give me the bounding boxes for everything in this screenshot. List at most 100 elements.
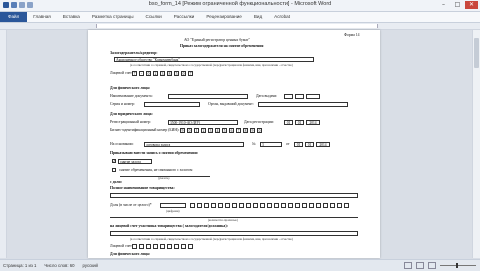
series-field[interactable]: [144, 102, 200, 107]
participant-name-field[interactable]: [110, 231, 358, 236]
bin-cell[interactable]: 8: [243, 128, 248, 133]
full-screen-view-icon[interactable]: [416, 262, 424, 269]
share-cell[interactable]: [239, 203, 244, 208]
basis-number-field[interactable]: 3: [260, 142, 282, 147]
date-cell[interactable]: 01: [305, 142, 314, 147]
account-cell[interactable]: -: [139, 71, 144, 76]
basis-field[interactable]: договора залога: [144, 142, 244, 147]
account-cell[interactable]: 2: [153, 71, 158, 76]
share-cell[interactable]: [295, 203, 300, 208]
account-cell[interactable]: [146, 244, 151, 249]
share-cell[interactable]: [344, 203, 349, 208]
date-cell[interactable]: 2014: [306, 120, 320, 125]
date-cell[interactable]: 2014: [316, 142, 330, 147]
word-count[interactable]: Число слов: 60: [44, 263, 74, 268]
tab-file[interactable]: Файл: [0, 12, 28, 22]
zoom-slider[interactable]: [440, 263, 476, 268]
date-cell[interactable]: 01: [295, 120, 304, 125]
basis-date-cells[interactable]: 01 01 2014: [294, 142, 330, 147]
share-cells[interactable]: [190, 203, 349, 208]
bin-cell[interactable]: 9: [250, 128, 255, 133]
share-numerator-field[interactable]: [160, 203, 186, 208]
account-cell[interactable]: 7: [132, 71, 137, 76]
share-cell[interactable]: [267, 203, 272, 208]
share-cell[interactable]: [260, 203, 265, 208]
share-cell[interactable]: [274, 203, 279, 208]
date-cell[interactable]: [284, 94, 293, 99]
bin-cell[interactable]: 5: [222, 128, 227, 133]
account-cells[interactable]: 7 - 0 2 3 8 5 0 7: [132, 71, 193, 76]
share-cell[interactable]: [253, 203, 258, 208]
page-count[interactable]: Страница: 1 из 1: [3, 263, 36, 268]
issue-date-cells[interactable]: [284, 94, 320, 99]
account-cell[interactable]: [167, 244, 172, 249]
date-cell[interactable]: 01: [284, 120, 293, 125]
tab-references[interactable]: Ссылки: [140, 12, 168, 22]
tab-acrobat[interactable]: Acrobat: [268, 12, 296, 22]
share-cell[interactable]: [302, 203, 307, 208]
bin-cell[interactable]: 7: [236, 128, 241, 133]
tab-view[interactable]: Вид: [248, 12, 268, 22]
reg-date-cells[interactable]: 01 01 2014: [284, 120, 320, 125]
share-cell[interactable]: [246, 203, 251, 208]
pledgee-field[interactable]: Акционерное общество "Казкоммербанк": [114, 57, 314, 62]
account-cell[interactable]: 3: [160, 71, 165, 76]
doc-name-field[interactable]: [168, 94, 248, 99]
tab-insert[interactable]: Вставка: [57, 12, 86, 22]
bin-cell[interactable]: 9: [180, 128, 185, 133]
pledge-removal-checkbox[interactable]: ✓: [112, 159, 116, 163]
bin-cells[interactable]: 9 0 1 2 3 4 5 6 7 8 9 0: [180, 128, 262, 133]
share-cell[interactable]: [190, 203, 195, 208]
account-cell[interactable]: [181, 244, 186, 249]
tab-home[interactable]: Главная: [27, 12, 56, 22]
share-cell[interactable]: [316, 203, 321, 208]
language-indicator[interactable]: русский: [83, 263, 98, 268]
account-cell[interactable]: [174, 244, 179, 249]
reg-number-field[interactable]: 3500-1910-АО (ИУ): [168, 120, 238, 125]
account-cell[interactable]: 0: [181, 71, 186, 76]
share-cell[interactable]: [225, 203, 230, 208]
date-cell[interactable]: 01: [294, 142, 303, 147]
issuer-field[interactable]: [258, 102, 348, 107]
share-cell[interactable]: [197, 203, 202, 208]
other-encumbrance-checkbox[interactable]: [112, 168, 116, 172]
account-cell[interactable]: 7: [188, 71, 193, 76]
bin-cell[interactable]: 3: [208, 128, 213, 133]
partnership-name-field[interactable]: [110, 193, 358, 198]
share-cell[interactable]: [218, 203, 223, 208]
bin-cell[interactable]: 0: [257, 128, 262, 133]
bin-cell[interactable]: 6: [229, 128, 234, 133]
bin-cell[interactable]: 2: [201, 128, 206, 133]
account-cell[interactable]: 5: [174, 71, 179, 76]
share-cell[interactable]: [281, 203, 286, 208]
share-cell[interactable]: [337, 203, 342, 208]
vertical-ruler[interactable]: [0, 30, 7, 258]
print-layout-view-icon[interactable]: [404, 262, 412, 269]
account-cell[interactable]: [188, 244, 193, 249]
participant-account-cells[interactable]: [132, 244, 193, 249]
tab-mailings[interactable]: Рассылки: [168, 12, 201, 22]
close-button[interactable]: ✕: [465, 1, 478, 9]
bin-cell[interactable]: 4: [215, 128, 220, 133]
horizontal-ruler[interactable]: [0, 23, 480, 30]
share-cell[interactable]: [323, 203, 328, 208]
minimize-button[interactable]: –: [437, 1, 450, 9]
share-cell[interactable]: [204, 203, 209, 208]
share-cell[interactable]: [232, 203, 237, 208]
account-cell[interactable]: [139, 244, 144, 249]
share-cell[interactable]: [288, 203, 293, 208]
account-cell[interactable]: 0: [146, 71, 151, 76]
bin-cell[interactable]: 0: [187, 128, 192, 133]
bin-cell[interactable]: 1: [194, 128, 199, 133]
scrollbar-thumb[interactable]: [474, 38, 479, 68]
date-cell[interactable]: [306, 94, 320, 99]
share-cell[interactable]: [330, 203, 335, 208]
tab-page-layout[interactable]: Разметка страницы: [86, 12, 140, 22]
document-page[interactable]: Форма 14 АО "Единый регистратор ценных б…: [88, 30, 380, 258]
share-cell[interactable]: [211, 203, 216, 208]
account-cell[interactable]: [153, 244, 158, 249]
tab-review[interactable]: Рецензирование: [200, 12, 247, 22]
vertical-scrollbar[interactable]: [472, 30, 480, 258]
date-cell[interactable]: [295, 94, 304, 99]
web-layout-view-icon[interactable]: [428, 262, 436, 269]
